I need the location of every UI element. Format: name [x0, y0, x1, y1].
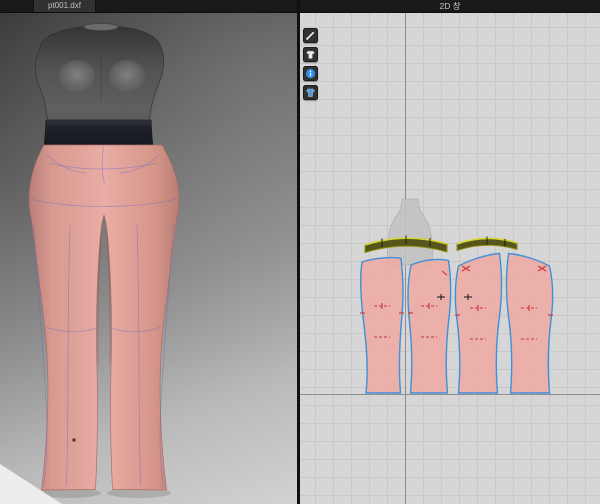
viewport-3d[interactable] [0, 13, 297, 504]
pin-dot[interactable] [72, 438, 75, 441]
clo-application-window: pt001.dxf [0, 0, 600, 504]
pattern-piece-back-left[interactable] [455, 254, 502, 394]
pattern-piece-waistband-right[interactable] [457, 237, 517, 251]
panel-3d-garment: pt001.dxf [0, 0, 297, 504]
shirt-icon [305, 49, 316, 60]
avatar-ghost-2d [387, 199, 432, 265]
tabbar-3d: pt001.dxf [0, 0, 297, 13]
info-tool-button[interactable] [303, 66, 318, 81]
textured-shirt-icon [305, 87, 316, 98]
pattern-piece-front-right[interactable] [408, 259, 451, 393]
pattern-piece-front-left[interactable] [360, 258, 404, 393]
garment-pants-3d[interactable] [29, 145, 179, 490]
info-icon [305, 68, 316, 79]
viewport-2d[interactable] [300, 13, 600, 504]
tab-2d-window[interactable]: 2D 창 [300, 0, 600, 12]
pattern-piece-back-right[interactable] [507, 254, 554, 394]
pen-icon [305, 30, 316, 41]
pen-tool-button[interactable] [303, 28, 318, 43]
tabbar-2d: 2D 창 [300, 0, 600, 13]
garment-waistband-3d[interactable] [44, 120, 153, 147]
panel-2d-pattern: 2D 창 [300, 0, 600, 504]
texture-garment-tool-button[interactable] [303, 85, 318, 100]
neck-cut [84, 23, 118, 30]
scene-3d [0, 13, 297, 504]
garment-tool-button[interactable] [303, 47, 318, 62]
tab-pt001-dxf[interactable]: pt001.dxf [33, 0, 96, 12]
pants-inseam-shading [98, 235, 110, 363]
toolbar-2d [303, 28, 318, 100]
pattern-layout [300, 13, 600, 504]
